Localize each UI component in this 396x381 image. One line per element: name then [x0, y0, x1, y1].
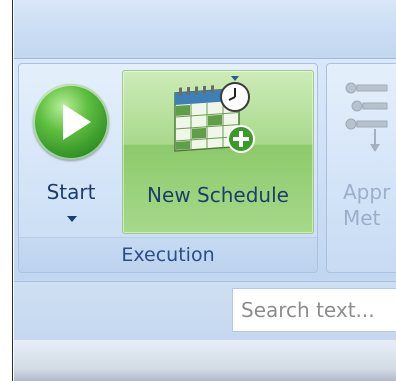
approval-method-label-line1: Appr — [343, 180, 391, 204]
new-schedule-button-label: New Schedule — [147, 183, 289, 207]
new-schedule-button[interactable]: New Schedule — [122, 70, 314, 234]
app-window: Start New Schedule Execution Appr Met Se… — [0, 0, 396, 381]
start-button-label: Start — [46, 180, 96, 204]
approval-method-button[interactable]: Appr Met — [335, 74, 395, 234]
execution-group-label: Execution — [19, 237, 317, 272]
ribbon-bar: Start New Schedule Execution Appr Met — [14, 58, 396, 281]
chevron-down-icon[interactable] — [67, 216, 77, 222]
search-input[interactable] — [232, 288, 396, 332]
content-area-edge — [14, 340, 396, 381]
calendar-clock-add-icon — [174, 76, 255, 153]
start-button[interactable]: Start — [23, 74, 119, 234]
approval-method-icon — [345, 82, 388, 152]
approval-method-label-line2: Met — [343, 206, 381, 230]
execution-group: Start New Schedule Execution — [18, 63, 318, 273]
search-bar — [14, 281, 396, 340]
play-icon — [33, 84, 109, 160]
title-bar — [14, 0, 396, 58]
approval-group: Appr Met — [326, 63, 396, 273]
window-left-border — [0, 0, 13, 381]
